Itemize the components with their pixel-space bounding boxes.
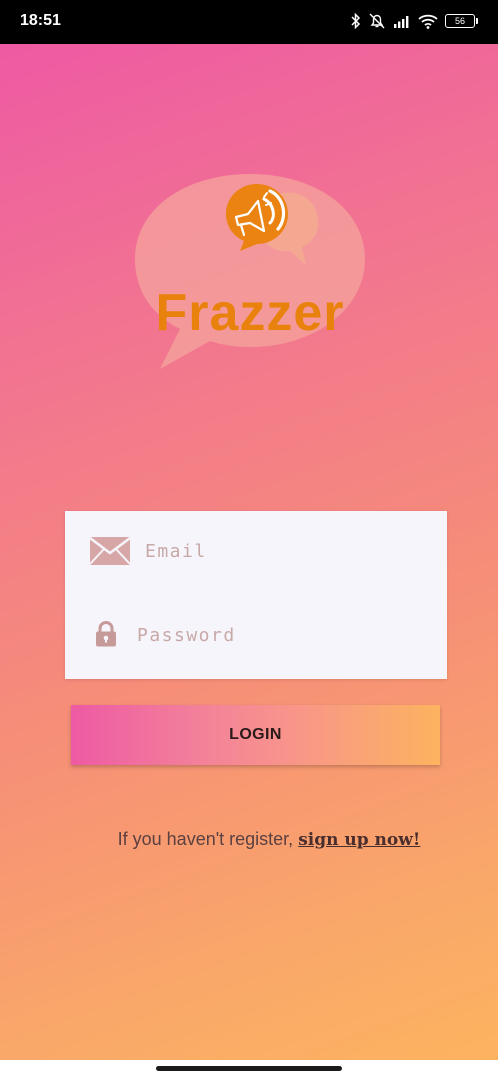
sign-up-link[interactable]: sign up now! [298, 830, 420, 850]
login-screen: Frazzer LOGIN If you haven't register, s… [0, 44, 498, 1060]
login-card [65, 511, 447, 679]
login-button[interactable]: LOGIN [71, 705, 440, 765]
envelope-icon [89, 537, 131, 565]
status-time: 18:51 [20, 12, 61, 29]
password-field-row [65, 605, 447, 665]
logo-text: Frazzer [155, 284, 344, 342]
wifi-icon [418, 14, 438, 29]
register-line: If you haven't register, sign up now! [0, 829, 498, 850]
register-prompt: If you haven't register, [117, 829, 299, 849]
battery-icon: 56 [445, 14, 475, 28]
app-logo: Frazzer [135, 174, 365, 369]
status-icons: 56 [351, 11, 478, 31]
battery-tip [476, 18, 478, 24]
password-input[interactable] [137, 620, 377, 650]
lock-icon [96, 621, 116, 647]
email-input[interactable] [145, 536, 385, 566]
bluetooth-icon [351, 13, 361, 29]
email-field-row [65, 521, 447, 581]
signal-icon [393, 14, 411, 28]
status-bar: 18:51 56 [0, 0, 498, 44]
navigation-bar [0, 1060, 498, 1080]
home-indicator[interactable] [156, 1066, 342, 1071]
mute-bell-icon [368, 13, 386, 29]
battery-level: 56 [454, 16, 465, 26]
